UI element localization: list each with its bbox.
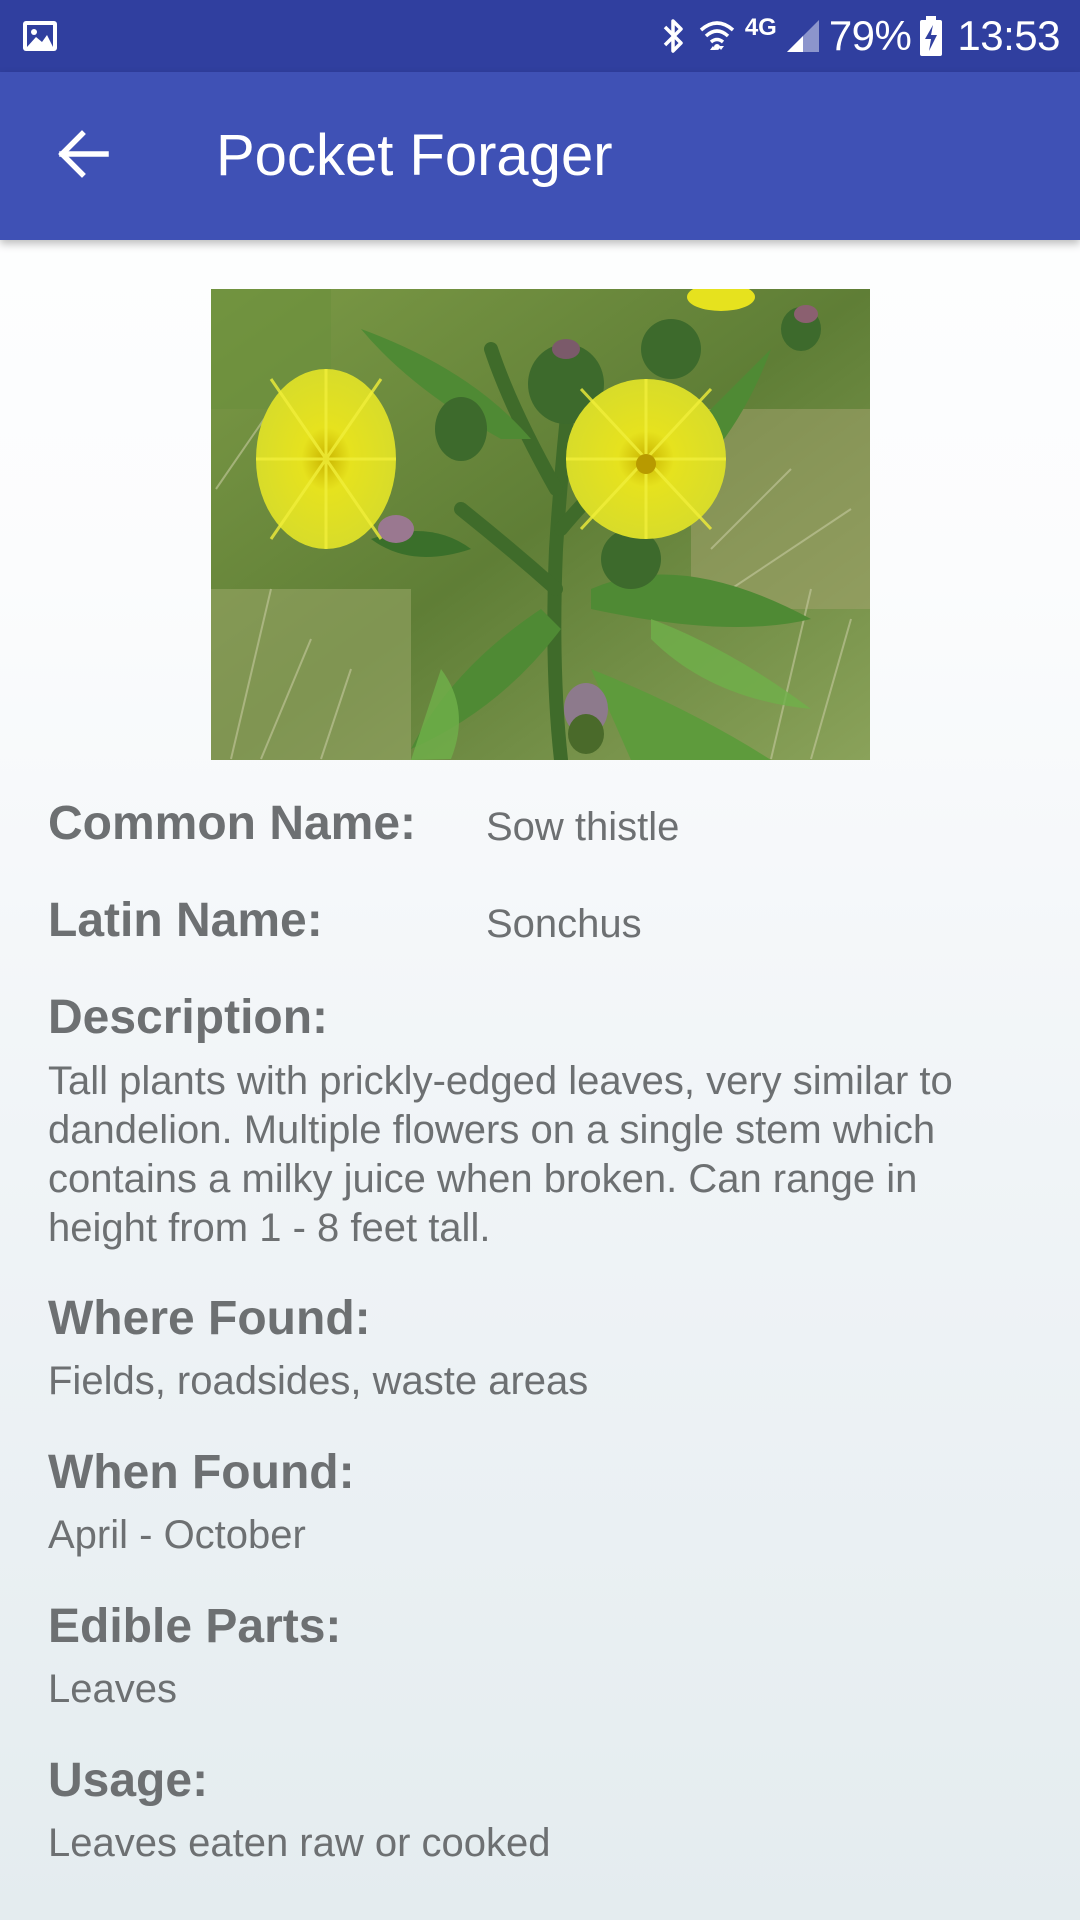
status-bar: 4G 79% 13:53	[0, 0, 1080, 72]
usage-label: Usage:	[48, 1754, 209, 1807]
latin-name-label: Latin Name:	[48, 894, 323, 947]
cell-signal-icon	[785, 18, 821, 54]
latin-name-value: Sonchus	[486, 902, 642, 946]
app-bar: Pocket Forager	[0, 72, 1080, 240]
battery-percent: 79%	[828, 12, 912, 59]
bluetooth-icon	[659, 16, 689, 56]
status-indicators: 4G 79% 13:53	[659, 0, 1060, 72]
where-found-value: Fields, roadsides, waste areas	[48, 1359, 589, 1403]
usage-value: Leaves eaten raw or cooked	[48, 1821, 551, 1865]
battery-charging-icon	[919, 15, 943, 57]
when-found-label: When Found:	[48, 1446, 355, 1499]
clock: 13:53	[957, 12, 1060, 59]
network-type: 4G	[744, 14, 777, 41]
description-text: Tall plants with prickly-edged leaves, v…	[48, 1059, 953, 1250]
arrow-back-icon	[58, 130, 110, 182]
where-found-label: Where Found:	[48, 1292, 371, 1345]
page-title: Pocket Forager	[216, 123, 613, 188]
edible-parts-label: Edible Parts:	[48, 1600, 342, 1653]
plant-photo	[211, 289, 870, 760]
when-found-value: April - October	[48, 1513, 306, 1557]
edible-parts-value: Leaves	[48, 1667, 177, 1711]
wifi-icon	[697, 16, 737, 56]
image-icon	[22, 20, 58, 52]
common-name-label: Common Name:	[48, 797, 417, 850]
description-label: Description:	[48, 991, 329, 1044]
common-name-value: Sow thistle	[486, 805, 680, 849]
back-button[interactable]	[40, 116, 128, 196]
